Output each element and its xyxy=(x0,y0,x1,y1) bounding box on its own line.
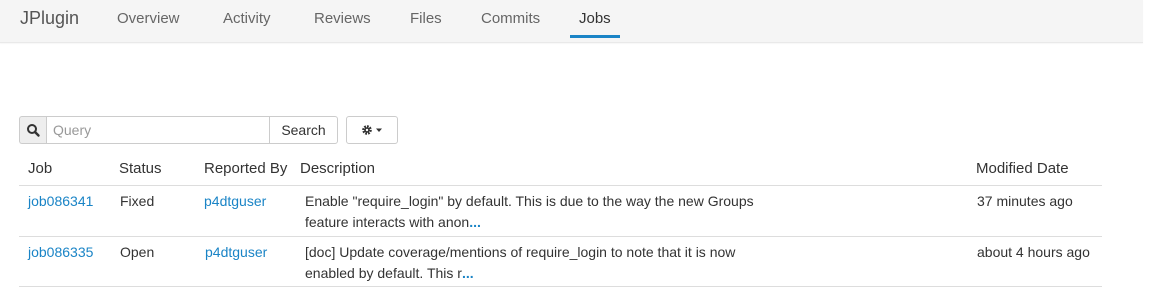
column-header-job[interactable]: Job xyxy=(28,160,52,177)
column-header-description[interactable]: Description xyxy=(300,160,375,177)
job-status: Fixed xyxy=(120,193,155,209)
settings-dropdown-button[interactable] xyxy=(346,116,398,144)
reporter-link[interactable]: p4dtguser xyxy=(204,191,266,212)
project-title[interactable]: JPlugin xyxy=(20,8,79,29)
tab-commits[interactable]: Commits xyxy=(481,10,540,27)
top-nav-bar: JPlugin Overview Activity Reviews Files … xyxy=(0,0,1143,43)
active-tab-indicator xyxy=(570,35,620,38)
row-divider xyxy=(19,236,1102,237)
tab-files[interactable]: Files xyxy=(410,10,442,27)
job-link[interactable]: job086341 xyxy=(28,191,93,212)
tab-activity[interactable]: Activity xyxy=(223,10,271,27)
search-input[interactable] xyxy=(46,116,275,144)
expand-description-link[interactable]: ... xyxy=(462,265,474,281)
header-divider xyxy=(19,185,1102,186)
column-header-modified-date[interactable]: Modified Date xyxy=(976,160,1069,177)
reporter-link[interactable]: p4dtguser xyxy=(205,242,267,263)
caret-down-icon xyxy=(376,128,382,132)
description-text: [doc] Update coverage/mentions of requir… xyxy=(305,244,736,281)
row-divider xyxy=(19,286,1102,287)
job-link[interactable]: job086335 xyxy=(28,242,93,263)
modified-date: about 4 hours ago xyxy=(977,244,1090,260)
search-icon xyxy=(19,116,46,144)
description-text: Enable "require_login" by default. This … xyxy=(305,193,754,230)
tab-reviews[interactable]: Reviews xyxy=(314,10,371,27)
search-button[interactable]: Search xyxy=(269,116,338,144)
tab-jobs[interactable]: Jobs xyxy=(579,10,611,27)
gear-icon xyxy=(362,125,372,135)
job-description: Enable "require_login" by default. This … xyxy=(305,191,775,233)
job-description: [doc] Update coverage/mentions of requir… xyxy=(305,242,775,284)
tab-overview[interactable]: Overview xyxy=(117,10,180,27)
job-status: Open xyxy=(120,244,155,260)
column-header-status[interactable]: Status xyxy=(119,160,162,177)
column-header-reported-by[interactable]: Reported By xyxy=(204,160,287,177)
modified-date: 37 minutes ago xyxy=(977,193,1073,209)
expand-description-link[interactable]: ... xyxy=(469,214,481,230)
